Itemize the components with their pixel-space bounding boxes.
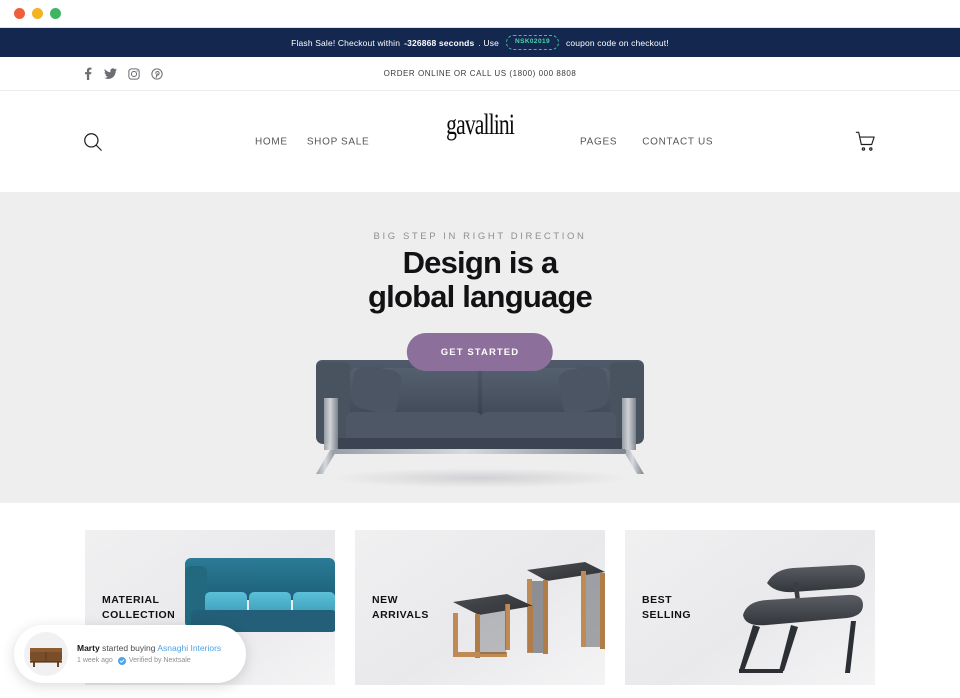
category-card-label: MATERIAL COLLECTION xyxy=(102,593,176,621)
notification-user-name: Marty xyxy=(77,643,100,654)
site-logo-text: gavallini xyxy=(446,107,515,141)
social-links xyxy=(82,67,163,80)
wood-side-tables-image xyxy=(435,548,605,685)
get-started-button[interactable]: GET STARTED xyxy=(406,333,554,371)
window-minimize-button[interactable] xyxy=(32,8,43,19)
check-badge-icon xyxy=(117,656,126,665)
notification-headline: Marty started buying Asnaghi Interiors xyxy=(77,643,236,655)
window-close-button[interactable] xyxy=(14,8,25,19)
announcement-middle: . Use xyxy=(478,37,499,48)
instagram-icon[interactable] xyxy=(128,67,140,80)
category-card-label: NEW ARRIVALS xyxy=(372,593,429,621)
hero-eyebrow: BIG STEP IN RIGHT DIRECTION xyxy=(373,231,587,242)
notification-verified-label: Verified by Nextsale xyxy=(128,657,191,665)
notification-text: Marty started buying Asnaghi Interiors 1… xyxy=(77,643,236,665)
pinterest-icon[interactable] xyxy=(151,67,163,80)
dark-bench-image xyxy=(705,545,875,685)
announcement-bar: Flash Sale! Checkout within -326868 seco… xyxy=(0,28,960,57)
hero-title-line1: Design is a xyxy=(402,245,559,280)
hero-title-line2: global language xyxy=(368,279,593,315)
nextsale-notification-popup[interactable]: Marty started buying Asnaghi Interiors 1… xyxy=(14,625,246,683)
facebook-icon[interactable] xyxy=(82,67,93,80)
cart-icon[interactable] xyxy=(854,130,878,154)
site-logo[interactable]: gavallini xyxy=(0,108,960,159)
notification-timestamp: 1 week ago xyxy=(77,657,113,665)
notification-product-link[interactable]: Asnaghi Interiors xyxy=(157,643,221,653)
nav-item-contact-us[interactable]: CONTACT US xyxy=(642,136,713,147)
app-window: Flash Sale! Checkout within -326868 seco… xyxy=(0,0,960,698)
coupon-code-chip[interactable]: NSK02019 xyxy=(505,35,559,50)
category-card-best-selling[interactable]: BEST SELLING xyxy=(625,530,875,685)
notification-action: started buying xyxy=(102,643,156,654)
category-card-label: BEST SELLING xyxy=(642,593,692,621)
hero-product-image xyxy=(294,350,666,490)
site-header: HOME SHOP SALE gavallini PAGES CONTACT U… xyxy=(0,91,960,192)
hero-title: Design is a global language xyxy=(0,245,960,315)
notification-product-thumbnail xyxy=(24,632,68,676)
announcement-suffix: coupon code on checkout! xyxy=(565,37,669,48)
utility-topbar: ORDER ONLINE OR CALL US (1800) 000 8808 xyxy=(0,57,960,91)
twitter-icon[interactable] xyxy=(104,67,117,80)
announcement-prefix: Flash Sale! Checkout within xyxy=(291,37,401,48)
announcement-countdown: -326868 seconds xyxy=(404,37,475,48)
nav-item-pages[interactable]: PAGES xyxy=(580,136,617,147)
category-card-new-arrivals[interactable]: NEW ARRIVALS xyxy=(355,530,605,685)
browser-titlebar xyxy=(0,0,960,28)
primary-nav-right: PAGES CONTACT US xyxy=(580,136,713,147)
notification-meta: 1 week ago Verified by Nextsale xyxy=(77,656,236,665)
hero-section: BIG STEP IN RIGHT DIRECTION Design is a … xyxy=(0,192,960,503)
window-maximize-button[interactable] xyxy=(50,8,61,19)
notification-verified: Verified by Nextsale xyxy=(117,656,191,665)
